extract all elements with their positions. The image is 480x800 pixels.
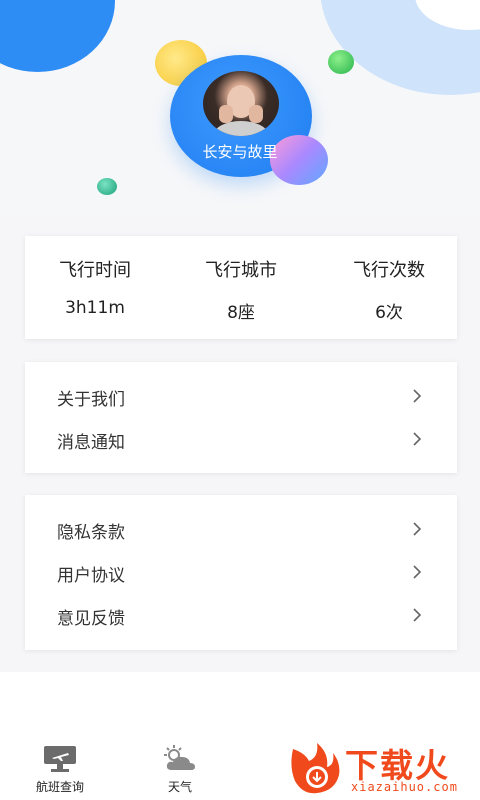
menu-item-user-agreement[interactable]: 用户协议 (25, 552, 457, 592)
stat-value: 8座 (227, 303, 255, 323)
watermark-logo: 下载火 xiazaihuo.com (283, 735, 480, 800)
menu-item-notifications[interactable]: 消息通知 (25, 419, 457, 459)
chevron-right-icon (413, 389, 422, 403)
menu-item-label: 消息通知 (57, 433, 125, 453)
menu-item-label: 用户协议 (57, 566, 125, 586)
chevron-right-icon (413, 608, 422, 622)
watermark-url: xiazaihuo.com (351, 780, 458, 794)
stat-value: 3h11m (65, 298, 125, 318)
menu-item-privacy[interactable]: 隐私条款 (25, 509, 457, 549)
menu-item-label: 关于我们 (57, 390, 125, 410)
decor-teal-bubble (97, 178, 117, 195)
avatar[interactable] (203, 71, 279, 136)
stat-flight-cities: 飞行城市 8座 (171, 256, 311, 323)
decor-blue-circle (0, 0, 115, 72)
stat-label: 飞行时间 (59, 260, 131, 281)
chevron-right-icon (413, 522, 422, 536)
stat-label: 飞行城市 (205, 260, 277, 281)
tab-label: 航班查询 (35, 780, 84, 794)
flight-board-icon (44, 746, 76, 772)
menu-group-about: 关于我们 消息通知 (25, 362, 457, 473)
menu-item-about-us[interactable]: 关于我们 (25, 376, 457, 416)
stat-label: 飞行次数 (353, 260, 425, 281)
tab-label: 天气 (167, 780, 192, 794)
menu-item-label: 意见反馈 (57, 609, 125, 629)
weather-icon (164, 745, 195, 770)
chevron-right-icon (413, 565, 422, 579)
chevron-right-icon (413, 432, 422, 446)
menu-item-label: 隐私条款 (57, 523, 125, 543)
profile-header: 长安与故里 (0, 0, 480, 215)
menu-group-legal: 隐私条款 用户协议 意见反馈 (25, 495, 457, 650)
stat-flight-time: 飞行时间 3h11m (25, 256, 165, 318)
stat-flight-count: 飞行次数 6次 (319, 256, 459, 323)
decor-green-bubble (328, 50, 354, 74)
flame-logo-icon (291, 743, 340, 794)
menu-item-feedback[interactable]: 意见反馈 (25, 595, 457, 635)
tab-flight-search[interactable]: 航班查询 (20, 744, 100, 795)
tab-weather[interactable]: 天气 (140, 744, 220, 795)
stats-card: 飞行时间 3h11m 飞行城市 8座 飞行次数 6次 (25, 236, 457, 339)
username: 长安与故里 (202, 143, 278, 161)
stat-value: 6次 (375, 303, 403, 323)
